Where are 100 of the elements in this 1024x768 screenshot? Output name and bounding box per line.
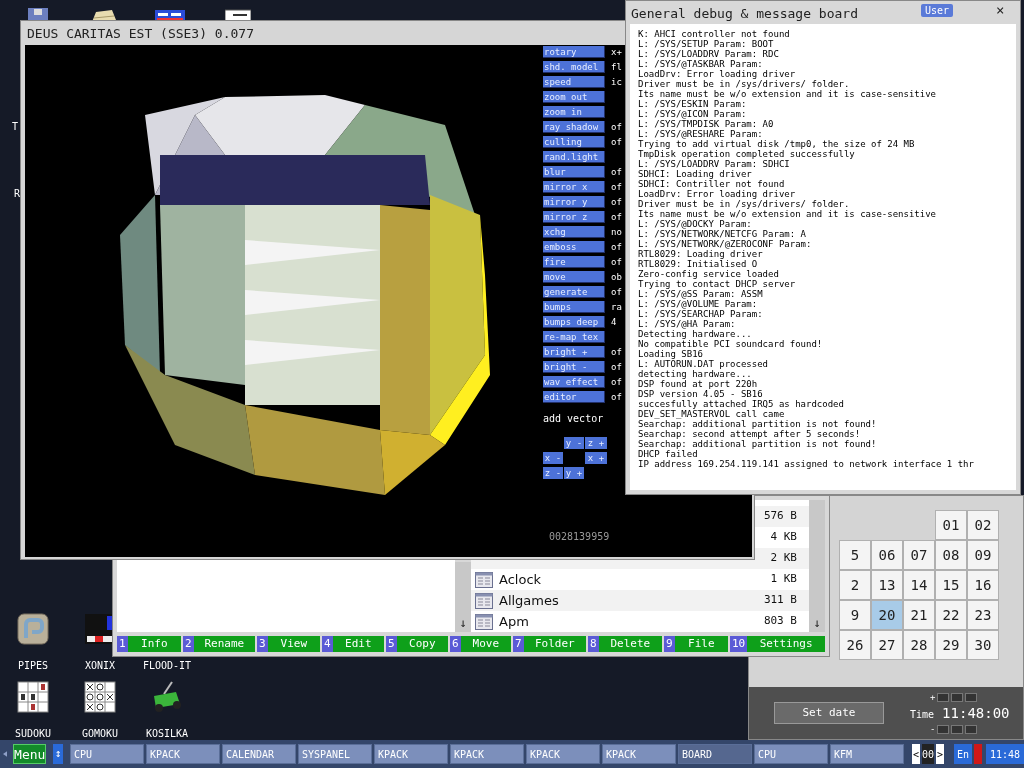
control-button[interactable]: mirror z [543,211,605,223]
spin-up-button[interactable] [937,692,950,702]
function-key-button[interactable]: 6 Move [450,636,511,652]
calendar-day[interactable]: 28 [903,630,935,660]
calendar-day[interactable]: 29 [935,630,967,660]
desktop-icon-label[interactable]: PIPES [3,658,63,673]
control-button[interactable]: zoom in [543,106,605,118]
task-button[interactable]: KFM [829,744,904,764]
function-key-button[interactable]: 3 View [257,636,320,652]
task-button[interactable]: SYSPANEL [297,744,372,764]
control-button[interactable]: editor [543,391,605,403]
control-button[interactable]: wav effect [543,376,605,388]
task-button[interactable]: KPACK [449,744,524,764]
function-key-button[interactable]: 1 Info [117,636,181,652]
control-button[interactable]: fire [543,256,605,268]
task-button[interactable]: KPACK [601,744,676,764]
calendar-day[interactable]: 09 [967,540,999,570]
control-button[interactable]: bright + [543,346,605,358]
calendar-day[interactable]: 23 [967,600,999,630]
spin-down-button[interactable] [937,724,950,734]
vector-button[interactable]: x + [585,452,607,464]
spin-up-button[interactable] [965,692,978,702]
task-button[interactable]: KPACK [525,744,600,764]
task-button[interactable]: CPU [753,744,828,764]
desktop-icon-label[interactable]: FLOOD-IT [137,658,197,673]
clock[interactable]: 11:48 [986,744,1024,764]
calendar-day[interactable]: 02 [967,510,999,540]
calendar-day[interactable]: 16 [967,570,999,600]
calendar-day[interactable]: 5 [839,540,871,570]
file-name[interactable]: Aclock [499,569,542,590]
spin-down-button[interactable] [951,724,964,734]
calendar-day[interactable]: 9 [839,600,871,630]
function-key-button[interactable]: 5 Copy [386,636,448,652]
control-button[interactable]: xchg [543,226,605,238]
task-button[interactable]: KPACK [145,744,220,764]
swap-button[interactable]: ↕ [53,744,63,764]
calendar-day[interactable]: 20 [871,600,903,630]
control-button[interactable]: mirror x [543,181,605,193]
file-name[interactable]: Apm [499,611,529,632]
desktop-icon-label[interactable]: SUDOKU [3,726,63,741]
control-button[interactable]: zoom out [543,91,605,103]
control-button[interactable]: bumps deep [543,316,605,328]
function-key-button[interactable]: 10 Settings [730,636,825,652]
control-button[interactable]: bumps [543,301,605,313]
status-indicator [974,744,982,764]
control-button[interactable]: blur [543,166,605,178]
calendar-day[interactable]: 01 [935,510,967,540]
menu-button[interactable]: Menu [13,744,47,764]
control-button[interactable]: move [543,271,605,283]
vector-button[interactable]: y + [564,467,584,479]
control-button[interactable]: rand.light [543,151,605,163]
control-button[interactable]: ray shadow [543,121,605,133]
language-button[interactable]: En [954,744,972,764]
spin-down-button[interactable] [965,724,978,734]
vector-button[interactable]: x - [543,452,563,464]
function-key-button[interactable]: 2 Rename [183,636,255,652]
calendar-day[interactable]: 2 [839,570,871,600]
desktop-icon-label[interactable]: GOMOKU [70,726,130,741]
previous-button[interactable]: < [911,744,920,764]
desktop-icon-label[interactable]: KOSILKA [137,726,197,741]
function-key-button[interactable]: 4 Edit [322,636,384,652]
control-button[interactable]: re-map tex [543,331,605,343]
calendar-day[interactable]: 30 [967,630,999,660]
next-button[interactable]: > [936,744,944,764]
calendar-day[interactable]: 21 [903,600,935,630]
function-key-button[interactable]: 9 File [664,636,728,652]
set-date-button[interactable]: Set date [774,702,884,724]
scroll-down-arrow[interactable]: ↓ [813,614,821,632]
desktop-icon-label[interactable]: XONIX [70,658,130,673]
control-button[interactable]: emboss [543,241,605,253]
calendar-day[interactable]: 15 [935,570,967,600]
task-button[interactable]: KPACK [373,744,448,764]
control-button[interactable]: mirror y [543,196,605,208]
control-button[interactable]: speed [543,76,605,88]
control-button[interactable]: rotary [543,46,605,58]
control-button[interactable]: culling [543,136,605,148]
file-name[interactable]: Allgames [499,590,559,611]
calendar-day[interactable]: 07 [903,540,935,570]
calendar-day[interactable]: 27 [871,630,903,660]
function-key-button[interactable]: 7 Folder [513,636,586,652]
vector-button[interactable]: y - [564,437,584,449]
calendar-day[interactable]: 22 [935,600,967,630]
task-button[interactable]: CPU [69,744,144,764]
calendar-day[interactable]: 08 [935,540,967,570]
calendar-day[interactable]: 14 [903,570,935,600]
task-button[interactable]: CALENDAR [221,744,296,764]
task-button[interactable]: BOARD [677,744,752,764]
scroll-down-arrow[interactable]: ↓ [459,614,467,632]
control-button[interactable]: shd. model [543,61,605,73]
spin-up-button[interactable] [951,692,964,702]
vector-button[interactable]: z - [543,467,563,479]
calendar-day[interactable]: 13 [871,570,903,600]
calendar-day[interactable]: 26 [839,630,871,660]
calendar-day[interactable]: 06 [871,540,903,570]
user-button[interactable]: User [921,4,953,17]
vector-button[interactable]: z + [585,437,607,449]
control-button[interactable]: bright - [543,361,605,373]
function-key-button[interactable]: 8 Delete [588,636,662,652]
control-button[interactable]: generate [543,286,605,298]
close-button[interactable]: × [996,2,1005,18]
